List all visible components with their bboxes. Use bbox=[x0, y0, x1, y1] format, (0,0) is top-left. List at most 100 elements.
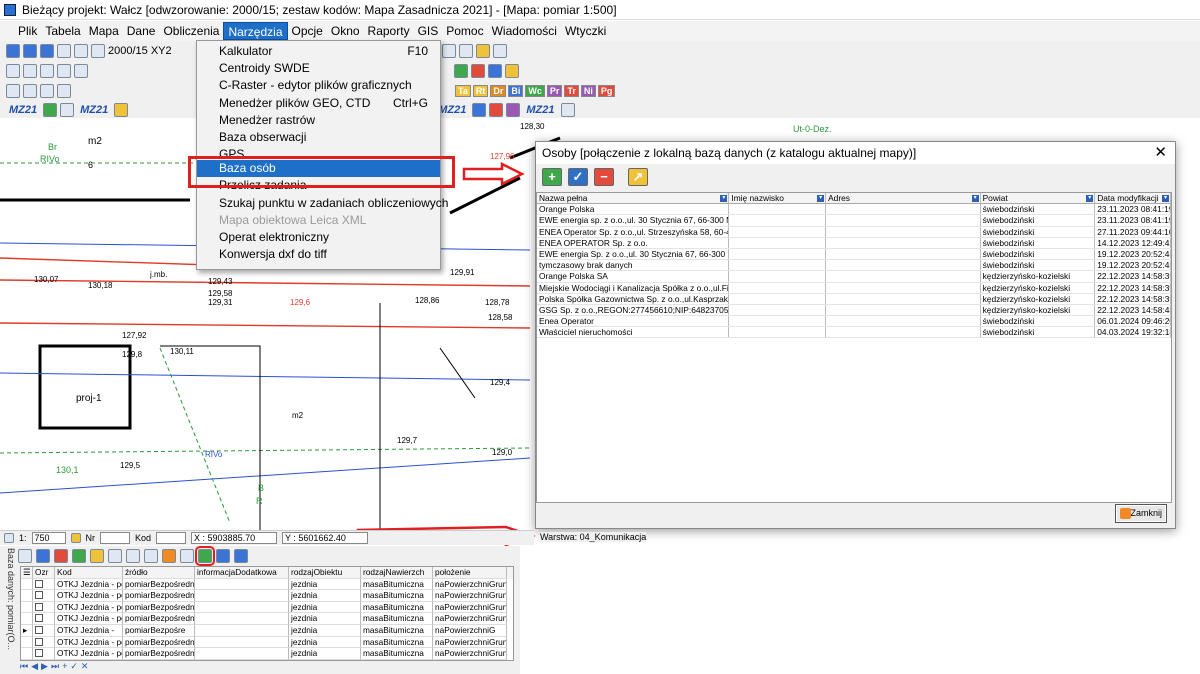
crs-label[interactable]: 2000/15 XY2 bbox=[108, 45, 172, 57]
checkbox[interactable] bbox=[35, 625, 43, 634]
row-checkbox[interactable] bbox=[33, 578, 55, 591]
snap-icon[interactable] bbox=[454, 64, 468, 78]
confirm-record-icon[interactable]: ✓ bbox=[70, 661, 78, 672]
layer-tag-button[interactable]: Tr bbox=[564, 85, 579, 97]
mz21-label[interactable]: MZ21 bbox=[9, 104, 37, 116]
checkbox[interactable] bbox=[35, 649, 43, 658]
db-filter-icon[interactable] bbox=[54, 549, 68, 563]
add-record-icon[interactable]: + bbox=[62, 661, 67, 671]
mz-symbol-icon[interactable] bbox=[472, 103, 487, 117]
tools-menu-item[interactable]: Mapa obiektowa Leica XML bbox=[197, 212, 440, 229]
mz-symbol-icon[interactable] bbox=[560, 103, 575, 117]
zoom-all-icon[interactable] bbox=[458, 44, 473, 58]
table-row[interactable]: OTKJ Jezdnia - powpomiarBezpośredni jezdn… bbox=[21, 648, 513, 660]
refresh-icon[interactable] bbox=[492, 44, 507, 58]
row-checkbox[interactable] bbox=[33, 648, 55, 660]
column-header[interactable]: Imię nazwisko ▾ bbox=[729, 193, 827, 204]
tools-menu-item[interactable]: Operat elektroniczny bbox=[197, 229, 440, 246]
save-icon[interactable] bbox=[40, 44, 54, 58]
layer-tag-button[interactable]: Ni bbox=[580, 85, 596, 97]
table-row[interactable]: EWE energia sp. z o.o.,ul. 30 Stycznia 6… bbox=[537, 215, 1171, 227]
mz21-label[interactable]: MZ21 bbox=[526, 104, 554, 116]
row-selector[interactable] bbox=[21, 590, 33, 602]
next-record-icon[interactable]: ▶ bbox=[41, 661, 48, 672]
polyline-icon[interactable] bbox=[40, 64, 54, 78]
filter-dropdown-icon[interactable]: ▾ bbox=[1162, 195, 1169, 202]
layer-tag-button[interactable]: Pr bbox=[546, 85, 563, 97]
menu-12[interactable]: Wtyczki bbox=[561, 22, 610, 40]
row-checkbox[interactable] bbox=[33, 636, 55, 649]
cancel-record-icon[interactable]: ✕ bbox=[81, 661, 89, 672]
arc-icon[interactable] bbox=[57, 64, 71, 78]
column-header[interactable]: źródło bbox=[123, 567, 195, 579]
prev-record-icon[interactable]: ◀ bbox=[31, 661, 38, 672]
menu-9[interactable]: GIS bbox=[414, 22, 443, 40]
delete-person-button[interactable]: − bbox=[594, 168, 614, 186]
row-selector[interactable] bbox=[21, 601, 33, 614]
db-attribute-icon[interactable] bbox=[90, 549, 104, 563]
row-checkbox[interactable] bbox=[33, 613, 55, 625]
menu-4[interactable]: Obliczenia bbox=[159, 22, 223, 40]
lock-icon[interactable] bbox=[70, 533, 81, 543]
menu-10[interactable]: Pomoc bbox=[442, 22, 487, 40]
menu-7[interactable]: Okno bbox=[327, 22, 364, 40]
db-table-icon[interactable] bbox=[36, 549, 50, 563]
filter-dropdown-icon[interactable]: ▾ bbox=[720, 195, 728, 202]
column-header[interactable]: informacjaDodatkowa bbox=[195, 567, 289, 579]
table-row[interactable]: tymczasowy brak danych świebodziński 19.12… bbox=[537, 260, 1171, 272]
menu-6[interactable]: Opcje bbox=[288, 22, 327, 40]
crs-icon[interactable] bbox=[91, 44, 105, 58]
mz-symbol-icon[interactable] bbox=[60, 103, 75, 117]
mz-symbol-icon[interactable] bbox=[489, 103, 504, 117]
pan-icon[interactable] bbox=[475, 44, 490, 58]
column-header[interactable]: Kod bbox=[55, 567, 123, 579]
db-help-icon[interactable] bbox=[126, 549, 140, 563]
close-dialog-button[interactable]: Zamknij bbox=[1115, 504, 1167, 523]
close-icon[interactable]: ✕ bbox=[1154, 142, 1167, 164]
layer-tag-button[interactable]: Ta bbox=[455, 85, 471, 97]
print-icon[interactable] bbox=[40, 84, 54, 98]
column-header[interactable]: Data modyfikacji ▾ bbox=[1095, 193, 1171, 204]
table-row[interactable]: OTKJ Jezdnia - powpomiarBezpośredni jezdn… bbox=[21, 578, 513, 591]
menu-8[interactable]: Raporty bbox=[364, 22, 414, 40]
table-row[interactable]: OTKJ Jezdnia - powpomiarBezpośredni jezdn… bbox=[21, 613, 513, 625]
db-check-icon[interactable] bbox=[72, 549, 86, 563]
menu-1[interactable]: Tabela bbox=[41, 22, 84, 40]
edit-person-button[interactable]: ✓ bbox=[568, 168, 588, 186]
column-header[interactable]: położenie bbox=[433, 567, 507, 579]
kod-field[interactable] bbox=[156, 532, 187, 544]
delete-object-icon[interactable] bbox=[471, 64, 485, 78]
menu-11[interactable]: Wiadomości bbox=[488, 22, 561, 40]
menu-0[interactable]: Plik bbox=[14, 22, 41, 40]
layer-tag-button[interactable]: Wc bbox=[525, 85, 545, 97]
table-row[interactable]: ▸ OTKJ Jezdnia - pomiarBezpośre jezdnia masa… bbox=[21, 624, 513, 637]
table-row[interactable]: EWE energia Sp. z o.o.,ul. 30 Stycznia 6… bbox=[537, 248, 1171, 261]
row-checkbox[interactable] bbox=[33, 590, 55, 602]
mz21-label[interactable]: MZ21 bbox=[80, 104, 108, 116]
row-checkbox[interactable] bbox=[33, 624, 55, 637]
redo-icon[interactable] bbox=[74, 44, 88, 58]
row-selector[interactable]: ▸ bbox=[21, 624, 33, 637]
checkbox[interactable] bbox=[35, 591, 43, 600]
last-record-icon[interactable]: ⏭ bbox=[51, 661, 59, 672]
tools-menu-item[interactable]: Baza obserwacji bbox=[197, 129, 440, 146]
db-export-icon[interactable] bbox=[144, 549, 158, 563]
menu-3[interactable]: Dane bbox=[123, 22, 160, 40]
object-info-icon[interactable] bbox=[488, 64, 502, 78]
column-header[interactable]: Powiat ▾ bbox=[981, 193, 1096, 204]
layer-tag-button[interactable]: Pg bbox=[597, 85, 616, 97]
db-import-icon[interactable] bbox=[162, 549, 176, 563]
filter-dropdown-icon[interactable]: ▾ bbox=[1086, 195, 1094, 202]
table-row[interactable]: GSG Sp. z o.o.,REGON:277456610;NIP:64823… bbox=[537, 304, 1171, 317]
nr-field[interactable] bbox=[100, 532, 131, 544]
table-row[interactable]: Właściciel nieruchomości świebodziński 04.… bbox=[537, 327, 1171, 339]
select-icon[interactable] bbox=[6, 64, 20, 78]
mz21-label[interactable]: MZ21 bbox=[438, 104, 466, 116]
column-header[interactable]: rodzajObiektu bbox=[289, 567, 361, 579]
table-icon[interactable] bbox=[23, 84, 37, 98]
checkbox[interactable] bbox=[35, 637, 43, 646]
column-header[interactable]: Ozr bbox=[33, 567, 55, 579]
row-selector[interactable] bbox=[21, 636, 33, 649]
grid-icon[interactable] bbox=[6, 84, 20, 98]
tools-menu-item[interactable]: Kalkulator F10 bbox=[197, 43, 440, 60]
